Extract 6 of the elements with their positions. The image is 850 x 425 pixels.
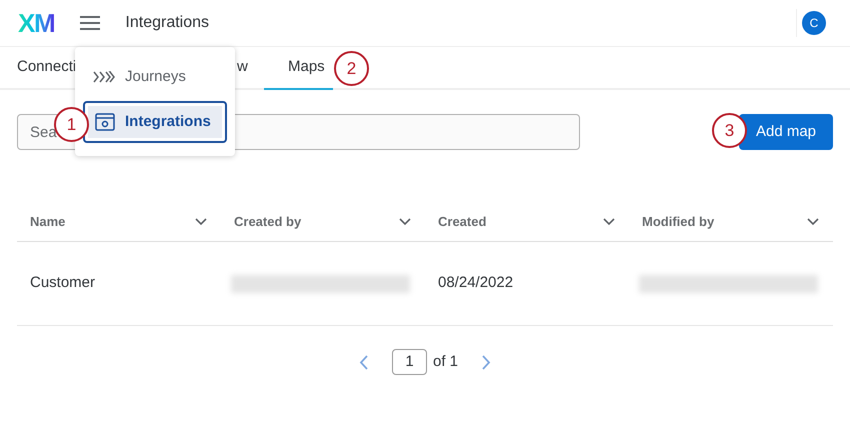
- callout-number: 3: [712, 113, 747, 148]
- page-title: Integrations: [125, 13, 210, 33]
- table-cell-text: Customer: [30, 273, 96, 294]
- callout-number: 2: [334, 51, 369, 86]
- page-count: of 1: [432, 352, 458, 372]
- table-cell-text: 08/24/2022: [438, 273, 514, 294]
